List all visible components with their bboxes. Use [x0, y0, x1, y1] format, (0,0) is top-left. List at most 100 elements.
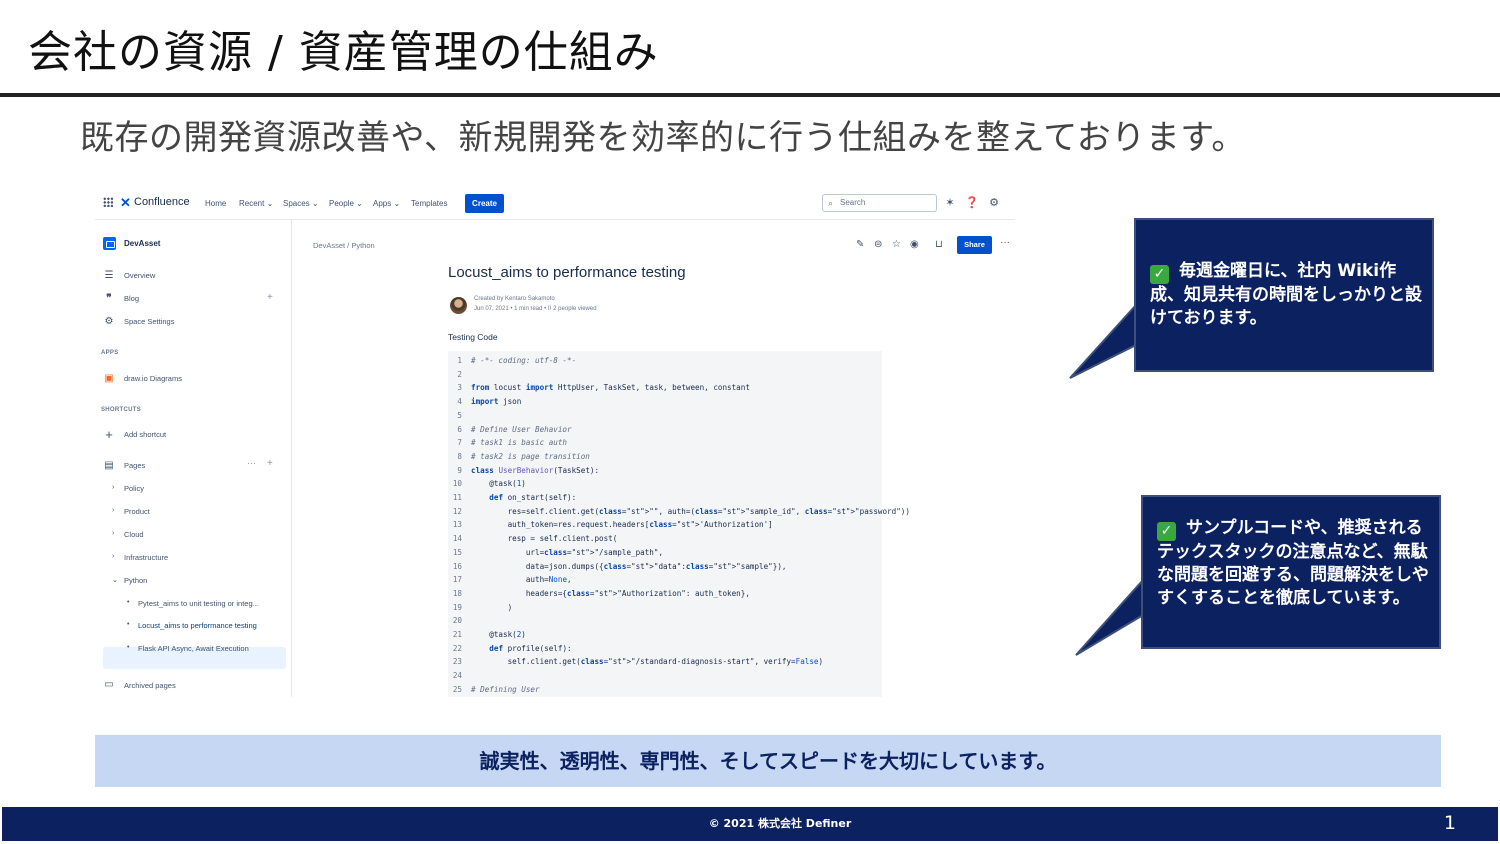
notifications-icon[interactable]: ✶ [943, 196, 957, 209]
nav-recent[interactable]: Recent ⌄ [239, 199, 273, 208]
search-input[interactable]: ⌕ Search [822, 194, 937, 212]
tree-item-cloud[interactable]: Cloud [124, 530, 144, 539]
create-button[interactable]: Create [465, 194, 504, 213]
blog-icon: ❞ [106, 293, 112, 304]
settings-icon[interactable]: ⚙ [987, 196, 1001, 209]
apps-heading: APPS [101, 350, 119, 356]
sidebar-item-archived[interactable]: Archived pages [124, 681, 176, 690]
sidebar-item-blog[interactable]: Blog [124, 294, 139, 303]
check-icon: ✓ [1150, 265, 1169, 284]
sidebar-item-drawio[interactable]: draw.io Diagrams [124, 374, 182, 383]
code-block[interactable]: 1 # -*- coding: utf-8 -*- 2 3 from locust im… [448, 351, 910, 697]
sidebar-item-add-shortcut[interactable]: Add shortcut [124, 430, 166, 439]
code-line: 25 # Defining User [452, 684, 540, 694]
tree-item-python[interactable]: Python [124, 576, 147, 585]
page-author: Created by Kentaro Sakamoto [474, 296, 555, 302]
code-line: 8 # task2 is page transition [457, 451, 590, 461]
nav-spaces[interactable]: Spaces ⌄ [283, 199, 319, 208]
code-line: 11 def on_start(self): [452, 493, 577, 502]
code-line: 12 res=self.client.get(class="st">"", au… [452, 506, 910, 516]
chevron-right-icon[interactable]: › [112, 553, 114, 560]
chevron-right-icon[interactable]: › [112, 484, 114, 491]
search-placeholder: Search [840, 198, 866, 207]
code-line: 17 auth=None, [452, 575, 572, 585]
code-line: 14 resp = self.client.post( [452, 534, 618, 544]
space-settings-icon: ⚙ [104, 316, 114, 327]
code-line: 22 def profile(self): [452, 643, 572, 653]
star-icon[interactable]: ☆ [892, 239, 901, 250]
space-sidebar: DevAsset ☰ Overview ❞ Blog + ⚙ Space Set… [95, 220, 292, 697]
code-line: 16 data=json.dumps({class="st">"data":cl… [452, 561, 787, 571]
top-navigation: ✕ Confluence Home Recent ⌄ Spaces ⌄ Peop… [95, 187, 1015, 220]
breadcrumb[interactable]: DevAsset / Python [313, 241, 375, 250]
footer: © 2021 株式会社 Definer 1 [2, 807, 1498, 841]
chevron-right-icon[interactable]: › [112, 507, 114, 514]
tree-item-product[interactable]: Product [124, 507, 150, 516]
space-logo-icon[interactable] [103, 237, 116, 250]
page-title: Locust_aims to performance testing [448, 264, 686, 281]
tree-child-locust[interactable]: Locust_aims to performance testing [138, 621, 257, 630]
callout-tail [1069, 302, 1137, 379]
page-meta: Jun 07, 2021 • 1 min read • ⌷ 2 people v… [474, 306, 597, 312]
copyright: © 2021 株式会社 Definer [708, 817, 852, 830]
callout-tail [1075, 577, 1144, 656]
share-button[interactable]: Share [957, 236, 992, 254]
tree-child-flask[interactable]: Flask API Async, Await Execution [138, 644, 249, 653]
app-switcher-icon[interactable] [103, 197, 113, 207]
restrictions-icon[interactable]: ⊔ [935, 239, 943, 250]
tree-item-infrastructure[interactable]: Infrastructure [124, 553, 168, 562]
comment-icon[interactable]: ⊜ [874, 239, 882, 250]
code-line: 21 @task(2) [452, 630, 526, 639]
nav-home[interactable]: Home [205, 199, 226, 208]
sidebar-item-overview[interactable]: Overview [124, 271, 155, 280]
chevron-down-icon[interactable]: ⌄ [112, 576, 118, 584]
code-line: 13 auth_token=res.request.headers[class=… [452, 520, 773, 530]
code-line: 3 from locust import HttpUser, TaskSet, t… [457, 383, 750, 393]
nav-templates[interactable]: Templates [411, 199, 447, 208]
callout-wiki-time: ✓ 毎週金曜日に、社内 Wiki作成、知見共有の時間をしっかりと設けております。 [1134, 218, 1434, 372]
code-line: 6 # Define User Behavior [457, 424, 572, 434]
chevron-right-icon[interactable]: › [112, 530, 114, 537]
tree-item-policy[interactable]: Policy [124, 484, 144, 493]
code-line: 9 class UserBehavior(TaskSet): [457, 465, 600, 475]
nav-apps[interactable]: Apps ⌄ [373, 199, 400, 208]
more-actions-icon[interactable]: ··· [247, 458, 256, 468]
motto-banner: 誠実性、透明性、専門性、そしてスピードを大切にしています。 [95, 735, 1441, 787]
edit-icon[interactable]: ✎ [856, 239, 864, 250]
code-line: 18 headers={class="st">"Authorization": … [452, 588, 750, 598]
watch-icon[interactable]: ◉ [910, 239, 919, 250]
add-blog-icon[interactable]: + [267, 292, 273, 303]
sidebar-item-space-settings[interactable]: Space Settings [124, 317, 174, 326]
code-line: 19 ) [452, 602, 513, 612]
archive-icon: ▭ [104, 679, 114, 690]
callout-text: サンプルコードや、推奨されるテックスタックの注意点など、無駄な問題を回避する、問… [1157, 518, 1429, 608]
code-line: 20 [452, 616, 462, 626]
code-line: 10 @task(1) [452, 479, 526, 489]
more-icon[interactable]: ··· [1000, 237, 1010, 248]
code-line: 15 url=class="st">"/sample_path", [452, 547, 664, 557]
confluence-logo-icon[interactable]: ✕ [120, 195, 131, 211]
sidebar-item-pages[interactable]: Pages [124, 461, 145, 470]
check-icon: ✓ [1157, 522, 1176, 541]
tree-child-pytest[interactable]: Pytest_aims to unit testing or integ... [138, 599, 259, 608]
bullet-icon: • [127, 621, 130, 628]
space-name[interactable]: DevAsset [124, 239, 160, 248]
code-line: 5 [457, 410, 462, 420]
code-line: 24 [452, 671, 462, 681]
code-line: 1 # -*- coding: utf-8 -*- [457, 356, 577, 365]
drawio-icon: ▣ [104, 373, 114, 384]
nav-people[interactable]: People ⌄ [329, 199, 363, 208]
confluence-logo-text[interactable]: Confluence [134, 196, 190, 208]
confluence-screenshot: ✕ Confluence Home Recent ⌄ Spaces ⌄ Peop… [95, 187, 1015, 697]
add-page-icon[interactable]: + [267, 458, 273, 469]
help-icon[interactable]: ❓ [965, 196, 979, 209]
slide-title: 会社の資源 / 資産管理の仕組み [28, 27, 659, 78]
add-shortcut-icon: + [105, 427, 113, 442]
code-line: 23 self.client.get(class="st">"/standard… [452, 657, 824, 667]
shortcuts-heading: SHORTCUTS [101, 407, 142, 413]
title-divider [0, 93, 1500, 97]
bullet-icon: • [127, 599, 130, 606]
pages-icon: ▤ [104, 460, 114, 471]
avatar[interactable] [450, 297, 467, 314]
callout-text: 毎週金曜日に、社内 Wiki作成、知見共有の時間をしっかりと設けております。 [1150, 261, 1422, 328]
